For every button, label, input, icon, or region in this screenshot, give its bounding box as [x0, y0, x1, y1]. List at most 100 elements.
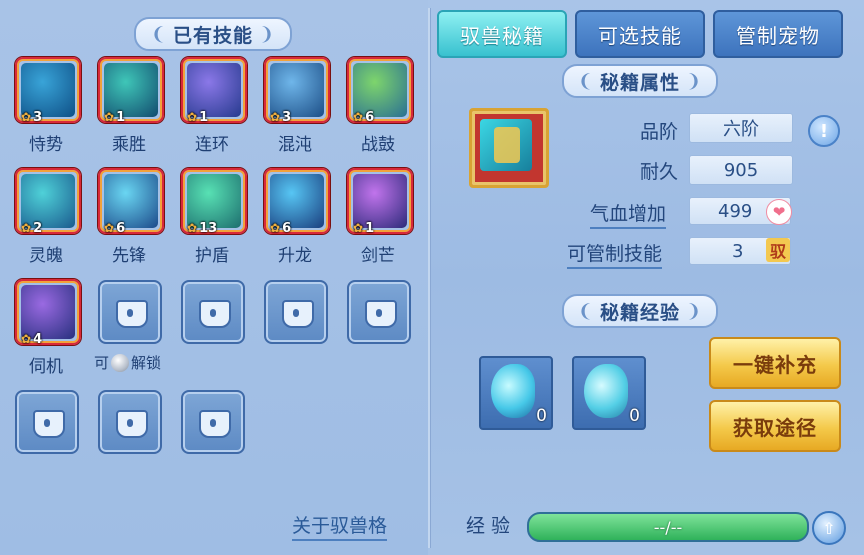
tab-skill-book[interactable]: 驭兽秘籍 — [437, 10, 567, 58]
grade-label: 品阶 — [639, 121, 678, 143]
exp-item-slot-1[interactable]: 0 — [479, 356, 553, 430]
skill-icon[interactable]: ✿ 1 — [181, 57, 247, 125]
locked-skill-slot[interactable] — [98, 280, 162, 344]
skill-book-icon[interactable] — [469, 108, 549, 188]
exp-item-count: 0 — [536, 406, 547, 426]
lock-icon — [365, 300, 397, 328]
skill-level-badge: ✿ 2 — [21, 220, 42, 236]
skill-icon[interactable]: ✿ 13 — [181, 168, 247, 236]
locked-skill-slot[interactable] — [98, 390, 162, 454]
scroll-ornament-right-icon: ❩ — [259, 23, 276, 45]
skill-level: 1 — [365, 220, 375, 236]
book-attributes-title-text: 秘籍属性 — [599, 71, 680, 94]
skill-icon[interactable]: ✿ 3 — [264, 57, 330, 125]
tab-optional-skills-label: 可选技能 — [598, 23, 682, 48]
paw-icon: ✿ — [187, 221, 198, 235]
book-attributes-title: ❨ 秘籍属性 ❩ — [562, 64, 718, 98]
exp-item-slot-2[interactable]: 0 — [572, 356, 646, 430]
controllable-skills-link[interactable]: 可管制技能 — [567, 239, 663, 269]
skill-level-badge: ✿ 4 — [21, 331, 42, 347]
tab-controlled-pets-label: 管制宠物 — [736, 23, 820, 48]
tab-optional-skills[interactable]: 可选技能 — [575, 10, 705, 58]
scroll-ornament-right-icon: ❩ — [686, 70, 703, 92]
paw-icon: ✿ — [104, 110, 115, 124]
skill-icon[interactable]: ✿ 4 — [15, 279, 81, 347]
skill-name: 伺机 — [29, 357, 63, 377]
one-click-refill-button[interactable]: 一键补充 — [709, 337, 841, 389]
lock-icon — [33, 410, 65, 438]
paw-icon: ✿ — [270, 110, 281, 124]
scroll-ornament-left-icon: ❨ — [150, 23, 167, 45]
skill-level: 3 — [33, 109, 43, 125]
skill-name: 恃势 — [29, 135, 63, 155]
paw-icon: ✿ — [353, 221, 364, 235]
skill-name: 灵魄 — [29, 246, 63, 266]
silver-coin-icon — [111, 353, 130, 372]
locked-skill-slot[interactable] — [347, 280, 411, 344]
skill-level: 1 — [116, 109, 126, 125]
skill-level: 1 — [199, 109, 209, 125]
paw-icon: ✿ — [21, 332, 32, 346]
skill-icon[interactable]: ✿ 6 — [347, 57, 413, 125]
skill-level-badge: ✿ 6 — [104, 220, 125, 236]
upgrade-arrow-icon[interactable]: ⇧ — [812, 511, 846, 545]
skill-name: 连环 — [195, 135, 229, 155]
durability-value: 905 — [689, 155, 793, 185]
unlock-hint-suffix: 解锁 — [131, 354, 162, 372]
exp-item-count: 0 — [629, 406, 640, 426]
skill-icon[interactable]: ✿ 6 — [264, 168, 330, 236]
panel-divider — [428, 8, 430, 548]
skill-level: 3 — [282, 109, 292, 125]
grade-value: 六阶 — [689, 113, 793, 143]
skill-icon[interactable]: ✿ 1 — [98, 57, 164, 125]
skill-level: 6 — [116, 220, 126, 236]
info-icon[interactable]: ! — [808, 115, 840, 147]
locked-skill-slot[interactable] — [264, 280, 328, 344]
heart-icon: ❤ — [766, 199, 792, 225]
about-beast-slot-link[interactable]: 关于驭兽格 — [292, 511, 388, 541]
owned-skills-title: ❨ 已有技能 ❩ — [134, 17, 292, 51]
scroll-ornament-left-icon: ❨ — [577, 300, 594, 322]
beast-spirit-icon — [584, 364, 628, 418]
paw-icon: ✿ — [21, 221, 32, 235]
skill-name: 先锋 — [112, 246, 146, 266]
unlock-hint-prefix: 可 — [94, 354, 110, 372]
skill-level: 13 — [199, 220, 218, 236]
paw-icon: ✿ — [187, 110, 198, 124]
tab-skill-book-label: 驭兽秘籍 — [460, 23, 544, 48]
pet-skill-book-window: ❨ 已有技能 ❩ ✿ 3 恃势 ✿ 1 乘胜 ✿ 1 连环 ✿ 3 混沌 ✿ 6 战鼓 ✿ 2 灵魄 ✿ 6 先锋 ✿ 13… — [0, 0, 864, 555]
owned-skills-title-text: 已有技能 — [172, 24, 253, 47]
hp-bonus-link[interactable]: 气血增加 — [590, 199, 667, 229]
lock-icon — [116, 300, 148, 328]
skill-level: 6 — [282, 220, 292, 236]
tab-controlled-pets[interactable]: 管制宠物 — [713, 10, 843, 58]
skill-level-badge: ✿ 6 — [270, 220, 291, 236]
skill-name: 护盾 — [195, 246, 229, 266]
skill-level-badge: ✿ 1 — [353, 220, 374, 236]
locked-skill-slot[interactable] — [181, 390, 245, 454]
skill-name: 升龙 — [278, 246, 312, 266]
book-experience-title-text: 秘籍经验 — [599, 301, 680, 324]
skill-level-badge: ✿ 6 — [353, 109, 374, 125]
locked-skill-slot[interactable] — [15, 390, 79, 454]
skill-level-badge: ✿ 13 — [187, 220, 217, 236]
skill-icon[interactable]: ✿ 2 — [15, 168, 81, 236]
lock-icon — [282, 300, 314, 328]
skill-icon[interactable]: ✿ 6 — [98, 168, 164, 236]
get-source-button[interactable]: 获取途径 — [709, 400, 841, 452]
scroll-ornament-left-icon: ❨ — [577, 70, 594, 92]
paw-icon: ✿ — [270, 221, 281, 235]
skill-level: 6 — [365, 109, 375, 125]
scroll-ornament-right-icon: ❩ — [686, 300, 703, 322]
skill-level: 4 — [33, 331, 43, 347]
skill-name: 战鼓 — [361, 135, 395, 155]
book-experience-title: ❨ 秘籍经验 ❩ — [562, 294, 718, 328]
skill-icon[interactable]: ✿ 1 — [347, 168, 413, 236]
tame-badge-icon: 驭 — [766, 238, 790, 262]
beast-spirit-icon — [491, 364, 535, 418]
unlock-hint: 可 解锁 — [94, 352, 161, 373]
locked-skill-slot[interactable] — [181, 280, 245, 344]
paw-icon: ✿ — [21, 110, 32, 124]
lock-icon — [116, 410, 148, 438]
skill-icon[interactable]: ✿ 3 — [15, 57, 81, 125]
